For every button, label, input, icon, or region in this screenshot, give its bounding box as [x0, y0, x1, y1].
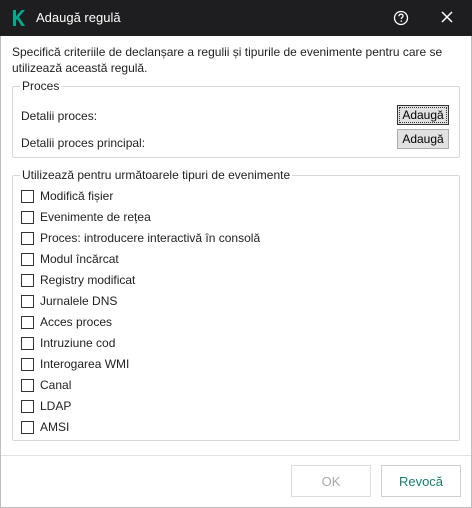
event-type-item[interactable]: Evenimente de rețea [21, 209, 151, 225]
event-type-item[interactable]: Proces: introducere interactivă în conso… [21, 230, 260, 246]
close-button[interactable] [436, 8, 458, 28]
add-process-details-button[interactable]: Adaugă [397, 105, 449, 125]
checkbox-ldap[interactable] [21, 399, 34, 413]
footer-divider [1, 455, 471, 456]
checkbox-dns-logs[interactable] [21, 294, 34, 308]
event-type-label: Intruziune cod [40, 336, 116, 350]
event-type-label: Proces: introducere interactivă în conso… [40, 231, 261, 245]
event-type-label: Interogarea WMI [40, 357, 130, 371]
event-type-item[interactable]: AMSI [21, 419, 69, 435]
event-type-label: Registry modificat [40, 273, 136, 287]
event-type-label: Modul încărcat [40, 252, 119, 266]
event-type-item[interactable]: Modifică fișier [21, 188, 113, 204]
checkbox-module-loaded[interactable] [21, 252, 34, 266]
event-type-item[interactable]: Modul încărcat [21, 251, 119, 267]
event-type-item[interactable]: Acces proces [21, 314, 112, 330]
event-type-item[interactable]: Jurnalele DNS [21, 293, 117, 309]
ok-button[interactable]: OK [291, 465, 371, 497]
checkbox-channel[interactable] [21, 378, 34, 392]
checkbox-code-injection[interactable] [21, 336, 34, 350]
event-type-label: Acces proces [40, 315, 113, 329]
help-circle-icon [393, 10, 409, 26]
event-type-label: AMSI [40, 420, 70, 434]
event-type-item[interactable]: Registry modificat [21, 272, 135, 288]
window-title: Adaugă regulă [36, 10, 121, 25]
event-type-item[interactable]: Intruziune cod [21, 335, 115, 351]
event-type-label: LDAP [40, 399, 72, 413]
cancel-button[interactable]: Revocă [381, 465, 461, 497]
event-type-item[interactable]: Interogarea WMI [21, 356, 129, 372]
close-icon [441, 11, 453, 23]
checkbox-network-events[interactable] [21, 210, 34, 224]
checkbox-wmi-query[interactable] [21, 357, 34, 371]
event-types-group-legend: Utilizează pentru următoarele tipuri de … [20, 168, 293, 182]
parent-process-details-label: Detalii proces principal: [21, 136, 146, 150]
event-type-item[interactable]: LDAP [21, 398, 71, 414]
kaspersky-logo-icon [13, 10, 25, 26]
process-group-legend: Proces [20, 79, 62, 93]
checkbox-modify-file[interactable] [21, 189, 34, 203]
process-details-label: Detalii proces: [21, 109, 98, 123]
checkbox-registry-modified[interactable] [21, 273, 34, 287]
checkbox-amsi[interactable] [21, 420, 34, 434]
event-type-label: Canal [40, 378, 72, 392]
event-type-item[interactable]: Canal [21, 377, 71, 393]
dialog-description: Specifică criteriile de declanșare a reg… [12, 45, 443, 75]
checkbox-process-access[interactable] [21, 315, 34, 329]
event-type-label: Jurnalele DNS [40, 294, 118, 308]
help-button[interactable] [390, 8, 412, 28]
add-parent-process-details-button[interactable]: Adaugă [397, 129, 449, 149]
title-bar: Adaugă regulă [0, 0, 472, 36]
checkbox-interactive-console[interactable] [21, 231, 34, 245]
event-type-label: Evenimente de rețea [40, 210, 151, 224]
event-type-label: Modifică fișier [40, 189, 114, 203]
